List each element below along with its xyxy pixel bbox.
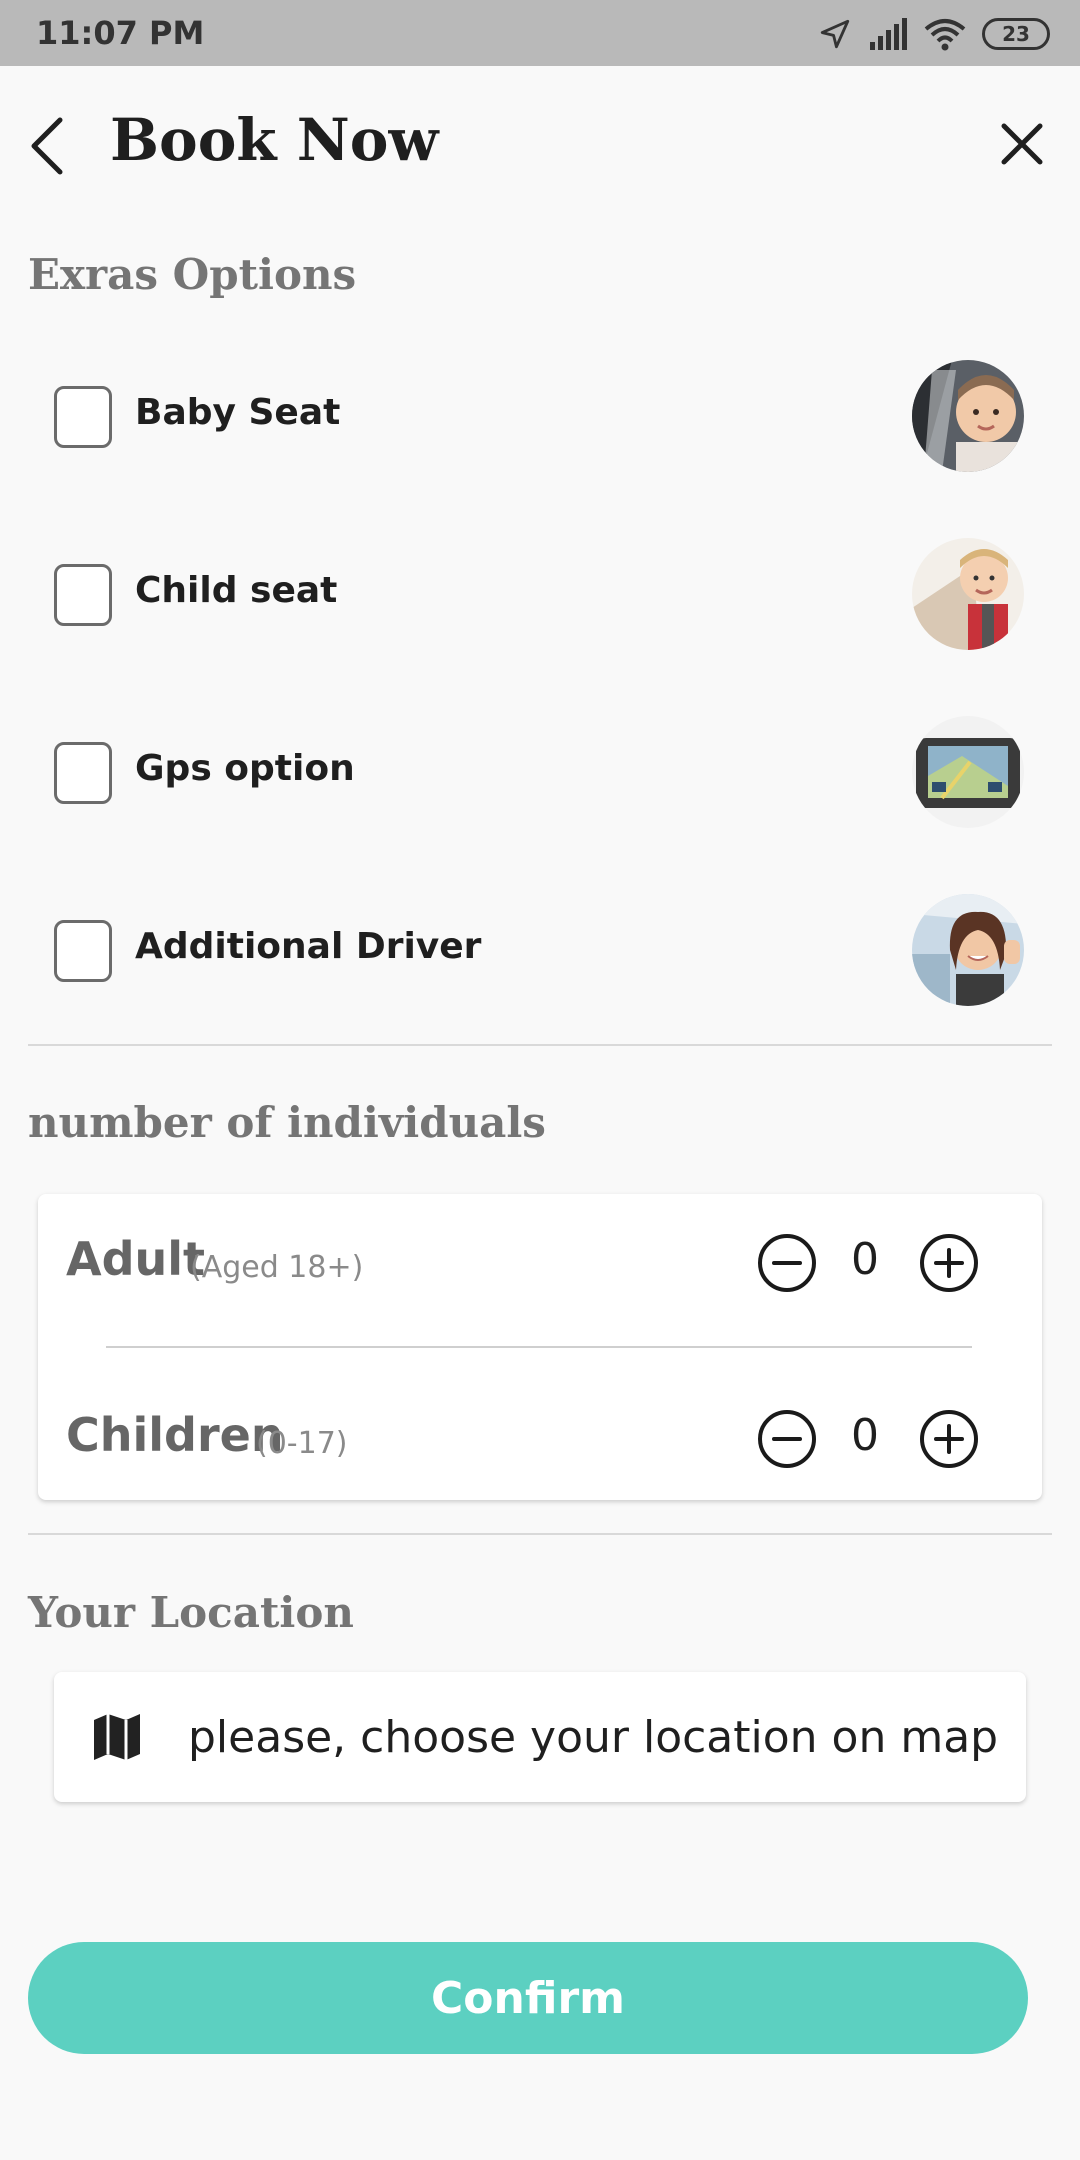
adult-increment-button[interactable] [920,1234,978,1292]
extra-option-baby-seat[interactable]: Baby Seat [0,352,1080,482]
location-section-title: Your Location [28,1588,354,1637]
close-icon [1001,123,1043,165]
status-time: 11:07 PM [36,14,205,52]
location-arrow-icon [820,19,850,49]
children-age-range: (0-17) [256,1426,348,1461]
additional-driver-checkbox[interactable] [54,920,112,982]
battery-level: 23 [1002,22,1030,46]
extra-option-gps[interactable]: Gps option [0,708,1080,838]
status-bar: 11:07 PM 23 [0,0,1080,66]
gps-device-image [912,716,1024,828]
section-divider [28,1044,1052,1046]
chevron-left-icon [31,117,63,175]
adult-counter-row: Adult (Aged 18+) 0 [38,1204,1042,1314]
extras-section-title: Exras Options [28,250,357,299]
back-button[interactable] [14,110,78,182]
battery-icon: 23 [982,18,1050,50]
extra-option-child-seat[interactable]: Child seat [0,530,1080,660]
baby-seat-checkbox[interactable] [54,386,112,448]
extra-option-label: Additional Driver [135,926,482,967]
children-counter-row: Children (0-17) 0 [38,1380,1042,1490]
confirm-label: Confirm [430,1972,625,2024]
child-seat-image [912,538,1024,650]
individuals-section-title: number of individuals [28,1098,546,1147]
close-button[interactable] [994,116,1050,172]
section-divider [28,1533,1052,1535]
adult-age-range: (Aged 18+) [190,1250,364,1285]
extra-option-label: Child seat [135,570,338,611]
minus-icon [772,1261,802,1265]
location-picker[interactable]: please, choose your location on map [54,1672,1026,1802]
signal-icon [870,18,907,50]
driver-image [912,894,1024,1006]
app-header: Book Now [0,66,1080,226]
children-count: 0 [851,1410,879,1461]
adult-label: Adult [66,1232,206,1286]
location-placeholder: please, choose your location on map [188,1712,999,1763]
adult-count: 0 [851,1234,879,1285]
child-seat-checkbox[interactable] [54,564,112,626]
map-icon [94,1714,140,1760]
gps-option-checkbox[interactable] [54,742,112,804]
adult-decrement-button[interactable] [758,1234,816,1292]
extra-option-additional-driver[interactable]: Additional Driver [0,886,1080,1016]
minus-icon [772,1437,802,1441]
children-decrement-button[interactable] [758,1410,816,1468]
card-divider [106,1346,972,1348]
page-title: Book Now [110,106,439,174]
extra-option-label: Gps option [135,748,355,789]
children-label: Children [66,1408,284,1462]
extra-option-label: Baby Seat [135,392,341,433]
individuals-card: Adult (Aged 18+) 0 Children (0-17) 0 [38,1194,1042,1500]
children-increment-button[interactable] [920,1410,978,1468]
baby-seat-image [912,360,1024,472]
wifi-icon [924,19,966,51]
status-icons: 23 [818,14,1050,54]
confirm-button[interactable]: Confirm [28,1942,1028,2054]
